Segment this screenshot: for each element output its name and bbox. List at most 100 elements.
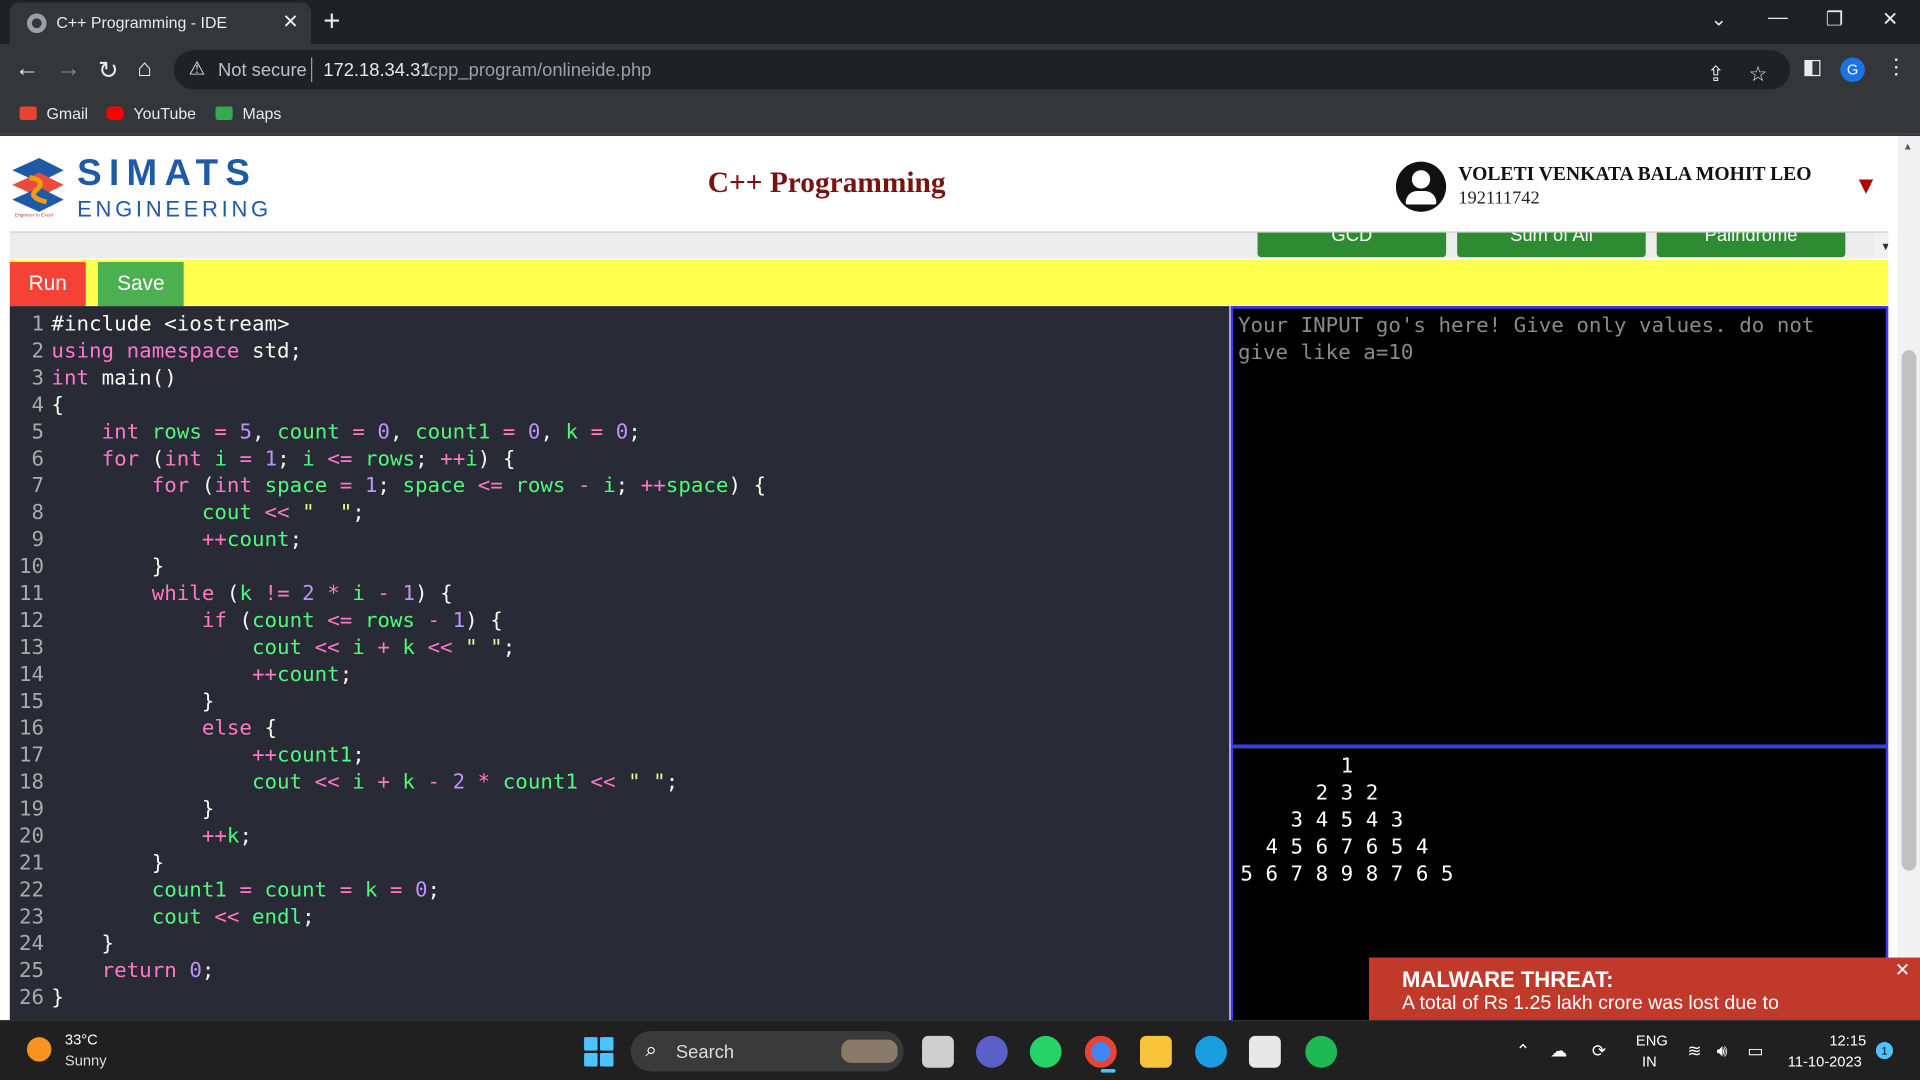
bookmark-youtube[interactable]: YouTube [106, 104, 196, 122]
notification-badge[interactable]: 1 [1875, 1042, 1894, 1060]
forward-icon[interactable]: → [56, 55, 80, 83]
taskbar-search[interactable]: ⌕ Search [630, 1031, 904, 1072]
chrome-menu-icon[interactable]: ⋮ [1886, 55, 1907, 79]
code-line[interactable]: 5 int rows = 5, count = 0, count1 = 0, k… [10, 419, 1230, 446]
code-line[interactable]: 11 while (k != 2 * i - 1) { [10, 580, 1230, 607]
example-gcd-button[interactable]: GCD [1257, 232, 1447, 258]
tab-close-icon[interactable]: ✕ [282, 10, 298, 34]
code-line[interactable]: 24 } [10, 931, 1230, 958]
code-text[interactable]: return 0; [44, 959, 215, 983]
code-line[interactable]: 25 return 0; [10, 958, 1230, 985]
teams-chat-icon[interactable] [975, 1035, 1008, 1068]
code-line[interactable]: 17 ++count1; [10, 742, 1230, 769]
onedrive-icon[interactable]: ☁ [1550, 1041, 1567, 1062]
scroll-up-icon[interactable]: ▲ [1903, 141, 1913, 152]
code-text[interactable]: int rows = 5, count = 0, count1 = 0, k =… [44, 420, 641, 444]
bookmark-maps[interactable]: Maps [215, 104, 281, 122]
code-line[interactable]: 16 else { [10, 715, 1230, 742]
code-text[interactable]: ++k; [44, 824, 252, 848]
microsoft-store-icon[interactable] [1248, 1035, 1281, 1068]
code-text[interactable]: cout << endl; [44, 905, 315, 929]
code-text[interactable]: cout << i + k << " "; [44, 636, 515, 660]
code-line[interactable]: 13 cout << i + k << " "; [10, 634, 1230, 661]
file-explorer-icon[interactable] [1140, 1035, 1172, 1068]
whatsapp-icon[interactable] [1029, 1035, 1062, 1068]
save-button[interactable]: Save [97, 262, 184, 307]
code-line[interactable]: 2 using namespace std; [10, 338, 1230, 365]
example-sum-button[interactable]: Sum of All [1457, 232, 1646, 258]
code-text[interactable]: count1 = count = k = 0; [44, 878, 440, 902]
code-line[interactable]: 12 if (count <= rows - 1) { [10, 607, 1230, 634]
code-text[interactable]: while (k != 2 * i - 1) { [44, 582, 453, 606]
side-panel-icon[interactable]: ◧ [1802, 55, 1822, 79]
code-line[interactable]: 3 int main() [10, 365, 1230, 392]
user-menu-caret-icon[interactable]: ▼ [1854, 173, 1878, 201]
sync-icon[interactable]: ⟳ [1592, 1041, 1606, 1062]
share-icon[interactable]: ⇪ [1707, 62, 1724, 86]
windows-start-icon[interactable] [584, 1037, 614, 1067]
new-tab-button[interactable]: + [323, 5, 340, 39]
minimize-icon[interactable]: — [1768, 7, 1788, 29]
toast-close-icon[interactable]: ✕ [1895, 959, 1910, 981]
region-indicator[interactable]: IN [1642, 1053, 1657, 1070]
tab-search-chevron-icon[interactable]: ⌄ [1711, 7, 1727, 31]
code-text[interactable]: { [44, 393, 64, 417]
code-text[interactable]: } [44, 851, 165, 875]
reload-icon[interactable]: ↻ [98, 55, 119, 86]
code-text[interactable]: ++count; [44, 662, 352, 686]
chrome-icon[interactable] [1084, 1035, 1117, 1073]
battery-icon[interactable]: ▭ [1747, 1041, 1763, 1062]
bookmark-gmail[interactable]: Gmail [19, 104, 89, 122]
user-avatar-icon[interactable] [1395, 161, 1447, 212]
code-editor[interactable]: 1 #include <iostream> 2 using namespace std… [9, 306, 1230, 1021]
code-line[interactable]: 8 cout << " "; [10, 500, 1230, 527]
security-label[interactable]: Not secure [218, 60, 307, 81]
warning-icon[interactable]: ⚠ [189, 58, 205, 80]
input-placeholder[interactable]: Your INPUT go's here! Give only values. … [1238, 312, 1875, 366]
language-indicator[interactable]: ENG [1636, 1032, 1668, 1049]
code-line[interactable]: 10 } [10, 553, 1230, 580]
clock-time[interactable]: 12:15 [1829, 1032, 1866, 1049]
code-text[interactable]: } [44, 555, 165, 579]
run-button[interactable]: Run [9, 262, 86, 307]
code-text[interactable]: } [44, 797, 215, 821]
code-text[interactable]: ++count1; [44, 743, 365, 767]
code-text[interactable]: } [44, 986, 64, 1010]
profile-avatar[interactable]: G [1840, 57, 1865, 83]
code-line[interactable]: 15 } [10, 688, 1230, 715]
code-text[interactable]: ++count; [44, 528, 302, 552]
code-line[interactable]: 23 cout << endl; [10, 904, 1230, 931]
code-line[interactable]: 6 for (int i = 1; i <= rows; ++i) { [10, 446, 1230, 473]
code-text[interactable]: for (int i = 1; i <= rows; ++i) { [44, 447, 516, 471]
wifi-icon[interactable]: ≋ [1687, 1041, 1701, 1062]
close-window-icon[interactable]: ✕ [1882, 7, 1898, 31]
weather-condition[interactable]: Sunny [65, 1052, 107, 1069]
sun-icon[interactable] [26, 1037, 52, 1062]
input-pane[interactable]: Your INPUT go's here! Give only values. … [1230, 306, 1889, 745]
scrollbar-thumb[interactable] [1901, 350, 1917, 871]
malware-toast[interactable]: MALWARE THREAT: A total of Rs 1.25 lakh … [1368, 957, 1920, 1020]
task-view-icon[interactable] [922, 1035, 954, 1068]
code-text[interactable]: #include <iostream> [44, 312, 289, 336]
code-line[interactable]: 18 cout << i + k - 2 * count1 << " "; [10, 769, 1230, 796]
code-text[interactable]: if (count <= rows - 1) { [44, 609, 503, 633]
code-line[interactable]: 7 for (int space = 1; space <= rows - i;… [10, 473, 1230, 500]
tray-overflow-icon[interactable]: ⌃ [1516, 1041, 1530, 1062]
restore-icon[interactable]: ❐ [1826, 7, 1844, 31]
home-icon[interactable]: ⌂ [137, 55, 152, 83]
code-text[interactable]: } [44, 689, 215, 713]
examples-scroll-down-icon[interactable]: ▼ [1873, 232, 1889, 259]
code-text[interactable]: cout << " "; [44, 501, 365, 525]
example-palindrome-button[interactable]: Palindrome [1656, 232, 1846, 258]
spotify-icon[interactable] [1305, 1035, 1338, 1068]
code-line[interactable]: 21 } [10, 850, 1230, 877]
bookmark-star-icon[interactable]: ☆ [1749, 62, 1768, 86]
code-line[interactable]: 1 #include <iostream> [10, 311, 1230, 338]
code-text[interactable]: cout << i + k - 2 * count1 << " "; [44, 770, 678, 794]
code-text[interactable]: using namespace std; [44, 339, 302, 363]
code-line[interactable]: 9 ++count; [10, 527, 1230, 554]
page-scrollbar[interactable]: ▲ ▼ [1897, 135, 1920, 1021]
edge-icon[interactable] [1195, 1035, 1227, 1068]
code-text[interactable]: } [44, 932, 115, 956]
code-line[interactable]: 14 ++count; [10, 661, 1230, 688]
